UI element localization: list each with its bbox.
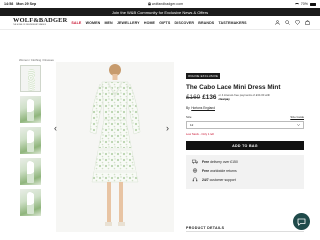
dress-image: [27, 161, 34, 183]
address-url: wolfandbadger.com: [151, 2, 184, 6]
status-indicators: 70%: [294, 2, 316, 6]
installment-info: or 4 interest-free payments of £34.00 wi…: [218, 93, 270, 101]
bag-icon[interactable]: [305, 20, 310, 25]
benefit-delivery: Free delivery over £150: [192, 159, 298, 164]
address-bar[interactable]: wolfandbadger.com: [148, 2, 183, 6]
dress-image: [27, 192, 34, 214]
benefit-returns: Free worldwide returns: [192, 168, 298, 173]
battery-percent: 70%: [300, 2, 308, 6]
battery-icon: [310, 2, 316, 6]
benefit-delivery-bold: Free: [202, 159, 210, 164]
status-time: 14:58: [4, 2, 14, 6]
chat-button[interactable]: [293, 213, 310, 230]
size-value: 12: [190, 123, 194, 127]
chat-bubble-icon: [297, 218, 306, 226]
nav-links: SALE WOMEN MEN JEWELLERY HOME GIFTS DISC…: [71, 21, 246, 25]
thumbnail-5[interactable]: [20, 189, 41, 216]
thumbnail-4[interactable]: [20, 158, 41, 185]
nav-brands[interactable]: BRANDS: [198, 21, 214, 25]
size-row: Size Size Guide: [186, 115, 304, 119]
logo-tagline: THE HOME OF INDEPENDENT BRANDS: [13, 25, 46, 27]
search-icon[interactable]: [285, 20, 290, 25]
promo-banner[interactable]: Join the W&B Community for Exclusive New…: [0, 8, 320, 16]
status-bar: 14:58 Mon 29 Sep wolfandbadger.com 70%: [0, 0, 320, 8]
product-title: The Cabo Lace Mini Dress Mint: [186, 84, 281, 91]
site-logo[interactable]: WOLF&BADGER THE HOME OF INDEPENDENT BRAN…: [13, 17, 68, 27]
exclusive-badge: ONLINE EXCLUSIVE: [186, 73, 221, 79]
nav-sale[interactable]: SALE: [71, 21, 81, 25]
gallery-next-arrow-icon[interactable]: ›: [166, 124, 169, 133]
dress-image: [27, 99, 34, 121]
brand-link[interactable]: Hortons England: [191, 106, 215, 110]
price-original: £169: [186, 94, 201, 101]
add-to-bag-button[interactable]: ADD TO BAG: [186, 141, 304, 150]
size-select[interactable]: 12: [186, 121, 304, 129]
dress-image: [28, 69, 35, 91]
dress-illustration: [89, 64, 141, 226]
nav-jewellery[interactable]: JEWELLERY: [117, 21, 140, 25]
dress-image: [27, 130, 34, 152]
main-product-image[interactable]: [56, 62, 174, 232]
brand-prefix: By: [186, 106, 190, 110]
benefit-support: 24/7 customer support: [192, 177, 298, 182]
nav-women[interactable]: WOMEN: [86, 21, 101, 25]
benefit-returns-text: worldwide returns: [210, 168, 237, 173]
brand-row: By Hortons England: [186, 106, 304, 110]
headset-icon: [192, 177, 198, 182]
clearpay-logo[interactable]: clearpay: [218, 97, 229, 101]
nav-discover[interactable]: DISCOVER: [175, 21, 195, 25]
thumbnail-1[interactable]: [20, 65, 41, 92]
size-guide-link[interactable]: Size Guide: [290, 115, 304, 119]
size-label: Size: [186, 115, 192, 119]
heart-icon[interactable]: [295, 20, 300, 25]
thumbnail-2[interactable]: [20, 96, 41, 123]
user-icon[interactable]: [275, 20, 280, 25]
nav-men[interactable]: MEN: [104, 21, 112, 25]
status-date: Mon 29 Sep: [16, 2, 37, 6]
wifi-icon: [294, 2, 299, 6]
benefit-delivery-text: delivery over £150: [210, 159, 238, 164]
promo-text[interactable]: Join the W&B Community for Exclusive New…: [112, 10, 208, 15]
main-navigation: WOLF&BADGER THE HOME OF INDEPENDENT BRAN…: [0, 16, 320, 30]
logo-text: WOLF&BADGER: [13, 17, 68, 25]
gallery-prev-arrow-icon[interactable]: ‹: [54, 124, 57, 133]
chevron-down-icon: [297, 124, 300, 126]
price-sale: £136: [202, 94, 217, 101]
details-divider: [186, 231, 304, 232]
lock-icon: [148, 2, 151, 6]
product-details-heading[interactable]: PRODUCT DETAILS: [186, 226, 224, 230]
thumbnail-3[interactable]: [20, 127, 41, 154]
breadcrumb[interactable]: Women / Clothing / Dresses: [19, 58, 54, 62]
status-time-date: 14:58 Mon 29 Sep: [4, 2, 36, 6]
benefit-support-text: customer support: [209, 177, 236, 182]
price-row: £169 £136 or 4 interest-free payments of…: [186, 93, 304, 101]
nav-gifts[interactable]: GIFTS: [159, 21, 170, 25]
product-info-panel: ONLINE EXCLUSIVE The Cabo Lace Mini Dres…: [186, 64, 304, 189]
nav-home[interactable]: HOME: [144, 21, 155, 25]
benefit-returns-bold: Free: [202, 168, 210, 173]
truck-icon: [192, 159, 198, 164]
return-icon: [192, 168, 198, 173]
benefit-support-bold: 24/7: [202, 177, 209, 182]
thumbnail-strip: [20, 65, 42, 220]
stock-status: Low Stock - Only 1 left: [186, 132, 214, 136]
nav-tastemakers[interactable]: TASTEMAKERS: [218, 21, 246, 25]
benefits-panel: Free delivery over £150 Free worldwide r…: [186, 155, 304, 189]
nav-icons: [275, 20, 310, 25]
